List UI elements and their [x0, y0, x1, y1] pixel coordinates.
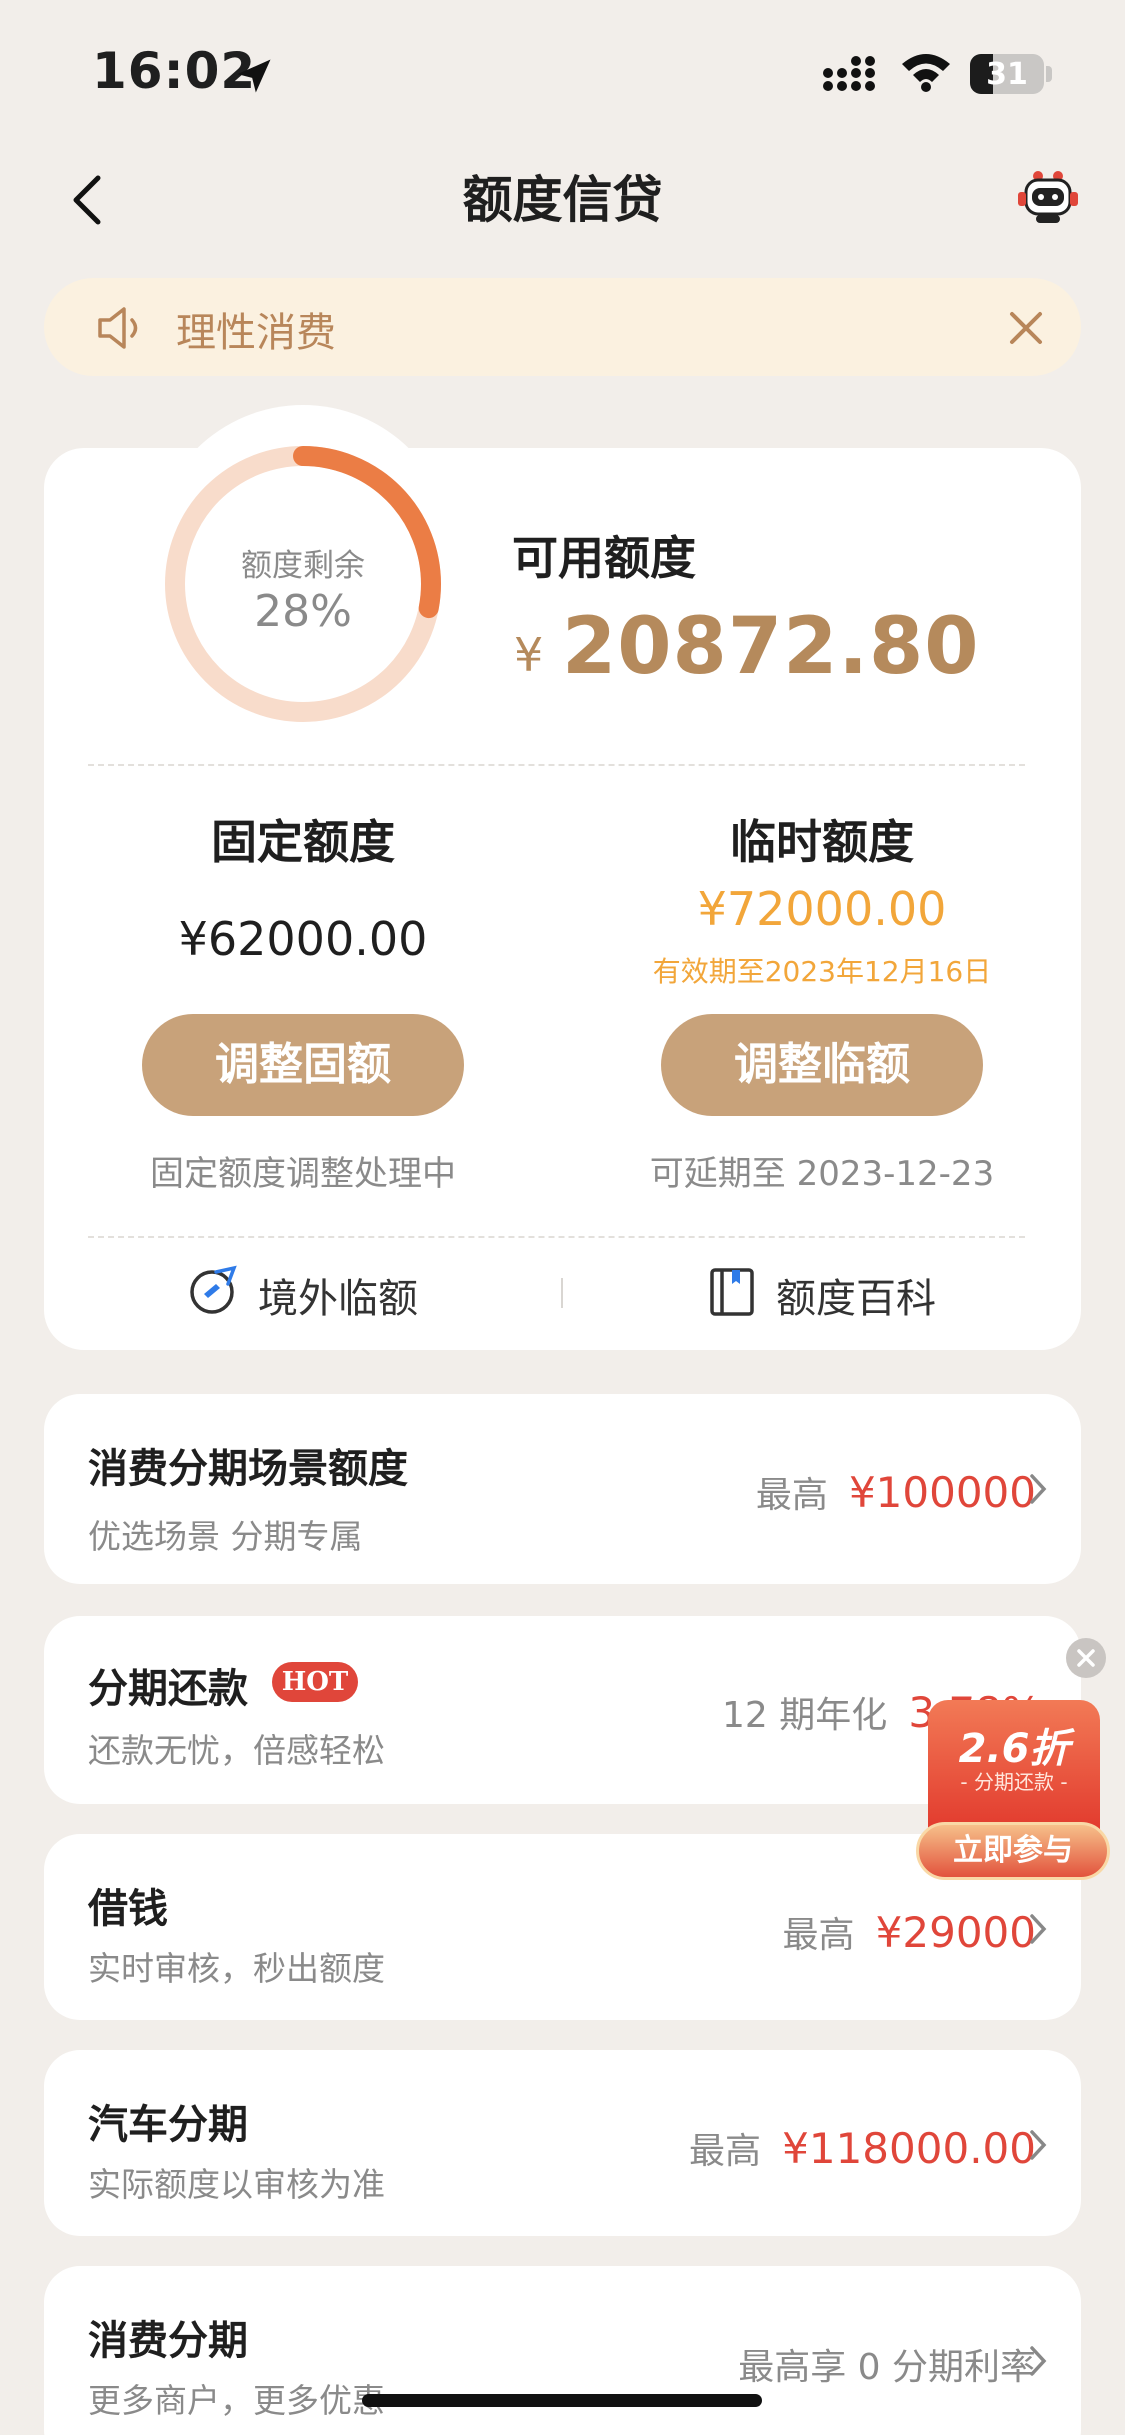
cellular-signal-icon [823, 56, 875, 91]
battery-percent: 31 [986, 57, 1028, 92]
fixed-credit-amount: ¥62000.00 [178, 912, 428, 966]
product-subtitle: 还款无忧，倍感轻松 [88, 1731, 385, 1770]
fixed-credit-status-note: 固定额度调整处理中 [150, 1154, 456, 1194]
product-right-label: 最高 [755, 1475, 828, 1516]
close-icon[interactable] [1006, 308, 1046, 348]
product-right-label: 12 期年化 [722, 1695, 888, 1736]
promo-subtitle: - 分期还款 - [960, 1770, 1068, 1794]
battery-cap [1046, 66, 1052, 82]
product-right-label: 最高 [782, 1915, 855, 1956]
temporary-credit-title: 临时额度 [730, 815, 914, 869]
product-subtitle: 实时审核，秒出额度 [88, 1949, 385, 1988]
plane-globe-icon[interactable] [186, 1264, 240, 1318]
product-subtitle: 实际额度以审核为准 [88, 2165, 385, 2204]
ring-percent: 28% [254, 586, 352, 637]
product-right-label: 最高享 0 分期利率 [738, 2347, 1036, 2388]
overseas-temp-credit-link[interactable]: 境外临额 [258, 1266, 418, 1324]
hot-badge: HOT [272, 1662, 358, 1702]
product-right-info: 最高 ¥29000 [783, 1906, 1036, 1958]
credit-encyclopedia-link[interactable]: 额度百科 [776, 1266, 936, 1324]
chevron-right-icon [1030, 1474, 1047, 1504]
product-title: 借钱 [88, 1886, 168, 1932]
close-icon [1077, 1649, 1095, 1667]
promo-close-button[interactable] [1066, 1638, 1106, 1678]
adjust-fixed-credit-button[interactable]: 调整固额 [142, 1014, 464, 1116]
adjust-temporary-credit-button[interactable]: 调整临额 [661, 1014, 983, 1116]
product-subtitle: 更多商户，更多优惠 [88, 2381, 385, 2420]
product-right-info: 最高享 0 分期利率 [738, 2338, 1036, 2390]
product-title: 分期还款 [88, 1666, 248, 1712]
ring-label: 额度剩余 [241, 548, 365, 584]
product-title: 消费分期场景额度 [88, 1446, 408, 1492]
home-indicator [362, 2394, 762, 2407]
page-title: 额度信贷 [462, 171, 663, 229]
location-arrow-icon [237, 59, 271, 93]
notice-text: 理性消费 [176, 310, 336, 356]
customer-service-robot-icon[interactable] [1016, 168, 1080, 226]
speaker-icon [98, 307, 138, 349]
product-right-value: ¥118000.00 [782, 2124, 1036, 2173]
temporary-credit-extend-note: 可延期至 2023-12-23 [649, 1154, 995, 1194]
chevron-right-icon [1030, 2130, 1047, 2160]
wifi-icon [902, 54, 950, 92]
divider [88, 1236, 1025, 1238]
product-right-value: ¥100000 [848, 1468, 1036, 1517]
available-credit-label: 可用额度 [512, 531, 696, 585]
product-subtitle: 优选场景 分期专属 [88, 1517, 363, 1556]
divider [88, 764, 1025, 766]
book-icon[interactable] [708, 1266, 756, 1318]
chevron-right-icon [1030, 2346, 1047, 2376]
product-title: 汽车分期 [88, 2102, 248, 2148]
link-divider [561, 1278, 563, 1308]
available-credit-currency: ¥ [514, 628, 544, 682]
product-right-info: 最高 ¥118000.00 [689, 2122, 1036, 2174]
available-credit-amount: 20872.80 [562, 602, 980, 692]
promo-join-button[interactable]: 立即参与 [916, 1822, 1110, 1880]
product-right-info: 最高 ¥100000 [756, 1466, 1036, 1518]
product-right-label: 最高 [689, 2131, 762, 2172]
product-right-value: ¥29000 [875, 1908, 1036, 1957]
battery-indicator: 31 [970, 54, 1044, 94]
temporary-credit-expiry: 有效期至2023年12月16日 [652, 955, 992, 988]
temporary-credit-amount: ¥72000.00 [697, 882, 947, 936]
fixed-credit-title: 固定额度 [211, 815, 395, 869]
chevron-right-icon [1030, 1914, 1047, 1944]
product-title: 消费分期 [88, 2318, 248, 2364]
